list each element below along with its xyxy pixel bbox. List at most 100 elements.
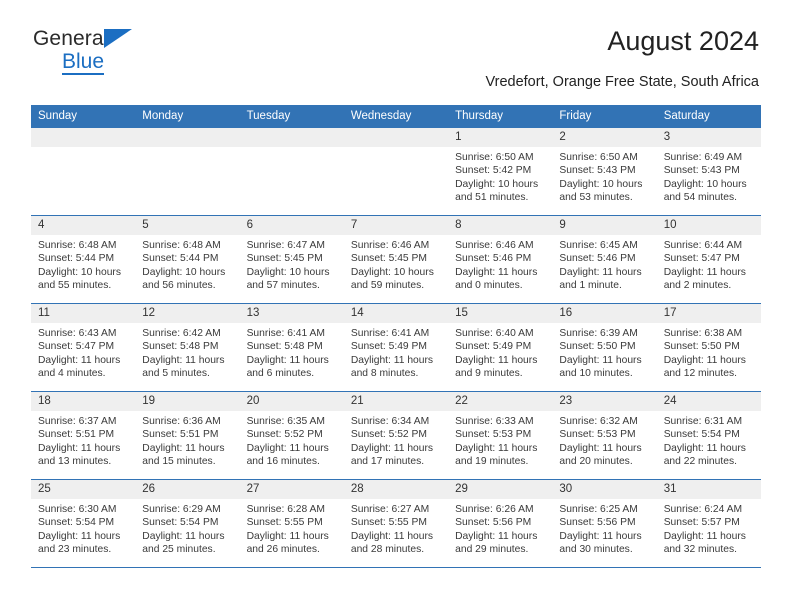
day-number: 13	[239, 304, 344, 323]
day-details: Sunrise: 6:26 AM Sunset: 5:56 PM Daylight:…	[448, 499, 552, 557]
weekday-header-monday: Monday	[135, 105, 240, 128]
calendar-day-cell[interactable]: 25 Sunrise: 6:30 AM Sunset: 5:54 PM Dayligh…	[31, 479, 136, 568]
day-details: Sunrise: 6:30 AM Sunset: 5:54 PM Daylight:…	[31, 499, 135, 557]
calendar-day-cell[interactable]: 7 Sunrise: 6:46 AM Sunset: 5:45 PM Daylight…	[343, 215, 449, 304]
sunset-time: Sunset: 5:43 PM	[663, 165, 740, 177]
daylight-duration-line1: Daylight: 11 hours	[559, 354, 642, 366]
day-number: 16	[552, 304, 657, 323]
day-number: 15	[448, 304, 553, 323]
calendar-day-cell[interactable]: 17 Sunrise: 6:38 AM Sunset: 5:50 PM Dayligh…	[656, 303, 761, 392]
calendar-day-cell[interactable]: 5 Sunrise: 6:48 AM Sunset: 5:44 PM Daylight…	[135, 215, 240, 304]
sunrise-time: Sunrise: 6:43 AM	[38, 328, 117, 339]
calendar-day-cell[interactable]: 19 Sunrise: 6:36 AM Sunset: 5:51 PM Dayligh…	[135, 391, 240, 480]
day-number: 5	[135, 216, 240, 235]
calendar-day-cell[interactable]: 28 Sunrise: 6:27 AM Sunset: 5:55 PM Dayligh…	[343, 479, 449, 568]
calendar-day-cell[interactable]: 6 Sunrise: 6:47 AM Sunset: 5:45 PM Daylight…	[239, 215, 344, 304]
weekday-header-sunday: Sunday	[31, 105, 136, 128]
daylight-duration-line2: and 53 minutes.	[559, 192, 633, 204]
day-number	[343, 128, 449, 147]
calendar-day-cell[interactable]: 3 Sunrise: 6:49 AM Sunset: 5:43 PM Daylight…	[656, 127, 761, 216]
calendar-day-cell[interactable]: 21 Sunrise: 6:34 AM Sunset: 5:52 PM Dayligh…	[343, 391, 449, 480]
sunrise-time: Sunrise: 6:37 AM	[38, 416, 117, 427]
calendar-day-cell[interactable]: 26 Sunrise: 6:29 AM Sunset: 5:54 PM Dayligh…	[135, 479, 240, 568]
day-number: 18	[31, 392, 136, 411]
sunset-time: Sunset: 5:53 PM	[559, 429, 636, 441]
daylight-duration-line1: Daylight: 10 hours	[663, 178, 747, 190]
sunset-time: Sunset: 5:56 PM	[455, 517, 532, 529]
calendar-grid: Sunday Monday Tuesday Wednesday Thursday…	[31, 105, 761, 568]
day-details: Sunrise: 6:43 AM Sunset: 5:47 PM Daylight:…	[31, 323, 135, 381]
daylight-duration-line1: Daylight: 11 hours	[663, 442, 746, 454]
calendar-day-cell[interactable]: 30 Sunrise: 6:25 AM Sunset: 5:56 PM Dayligh…	[552, 479, 657, 568]
calendar-day-cell[interactable]: 31 Sunrise: 6:24 AM Sunset: 5:57 PM Dayligh…	[656, 479, 761, 568]
daylight-duration-line1: Daylight: 11 hours	[142, 354, 225, 366]
calendar-day-cell[interactable]: 23 Sunrise: 6:32 AM Sunset: 5:53 PM Dayligh…	[552, 391, 657, 480]
sunrise-time: Sunrise: 6:47 AM	[246, 240, 325, 251]
day-details: Sunrise: 6:40 AM Sunset: 5:49 PM Daylight:…	[448, 323, 552, 381]
daylight-duration-line1: Daylight: 10 hours	[246, 266, 330, 278]
calendar-day-cell[interactable]: 15 Sunrise: 6:40 AM Sunset: 5:49 PM Dayligh…	[448, 303, 553, 392]
daylight-duration-line2: and 19 minutes.	[455, 456, 529, 468]
calendar-day-cell[interactable]: 20 Sunrise: 6:35 AM Sunset: 5:52 PM Dayligh…	[239, 391, 344, 480]
sunrise-time: Sunrise: 6:36 AM	[142, 416, 221, 427]
daylight-duration-line1: Daylight: 11 hours	[350, 530, 434, 542]
day-number: 10	[656, 216, 761, 235]
sunrise-time: Sunrise: 6:26 AM	[455, 504, 534, 515]
day-details: Sunrise: 6:36 AM Sunset: 5:51 PM Daylight:…	[135, 411, 239, 469]
day-details: Sunrise: 6:27 AM Sunset: 5:55 PM Daylight:…	[344, 499, 448, 557]
calendar-day-cell[interactable]: 2 Sunrise: 6:50 AM Sunset: 5:43 PM Daylight…	[552, 127, 657, 216]
daylight-duration-line2: and 1 minute.	[559, 280, 622, 292]
day-number: 25	[31, 480, 136, 499]
sunset-time: Sunset: 5:52 PM	[246, 429, 323, 441]
daylight-duration-line1: Daylight: 11 hours	[142, 530, 225, 542]
day-number: 6	[239, 216, 344, 235]
daylight-duration-line2: and 51 minutes.	[455, 192, 529, 204]
day-details: Sunrise: 6:46 AM Sunset: 5:46 PM Daylight:…	[448, 235, 552, 293]
day-details: Sunrise: 6:41 AM Sunset: 5:49 PM Daylight:…	[344, 323, 448, 381]
daylight-duration-line1: Daylight: 11 hours	[246, 442, 329, 454]
day-number: 26	[135, 480, 240, 499]
daylight-duration-line1: Daylight: 11 hours	[455, 530, 538, 542]
calendar-day-cell[interactable]: 22 Sunrise: 6:33 AM Sunset: 5:53 PM Dayligh…	[448, 391, 553, 480]
day-details: Sunrise: 6:45 AM Sunset: 5:46 PM Daylight:…	[552, 235, 656, 293]
calendar-day-cell[interactable]: 29 Sunrise: 6:26 AM Sunset: 5:56 PM Dayligh…	[448, 479, 553, 568]
day-details: Sunrise: 6:39 AM Sunset: 5:50 PM Daylight:…	[552, 323, 656, 381]
daylight-duration-line2: and 9 minutes.	[455, 368, 523, 380]
sunrise-time: Sunrise: 6:32 AM	[559, 416, 638, 427]
calendar-day-cell[interactable]: 14 Sunrise: 6:41 AM Sunset: 5:49 PM Dayligh…	[343, 303, 449, 392]
sunrise-time: Sunrise: 6:44 AM	[663, 240, 743, 251]
daylight-duration-line2: and 23 minutes.	[38, 544, 112, 556]
sunset-time: Sunset: 5:47 PM	[38, 341, 115, 353]
sunset-time: Sunset: 5:43 PM	[559, 165, 636, 177]
daylight-duration-line2: and 32 minutes.	[663, 544, 737, 556]
daylight-duration-line2: and 25 minutes.	[142, 544, 216, 556]
daylight-duration-line1: Daylight: 11 hours	[38, 442, 121, 454]
calendar-day-cell[interactable]: 8 Sunrise: 6:46 AM Sunset: 5:46 PM Daylight…	[448, 215, 553, 304]
calendar-day-cell[interactable]: 27 Sunrise: 6:28 AM Sunset: 5:55 PM Dayligh…	[239, 479, 344, 568]
calendar-day-cell[interactable]: 10 Sunrise: 6:44 AM Sunset: 5:47 PM Dayligh…	[656, 215, 761, 304]
calendar-day-cell[interactable]: 13 Sunrise: 6:41 AM Sunset: 5:48 PM Dayligh…	[239, 303, 344, 392]
sunset-time: Sunset: 5:54 PM	[663, 429, 740, 441]
calendar-day-cell[interactable]: 16 Sunrise: 6:39 AM Sunset: 5:50 PM Dayligh…	[552, 303, 657, 392]
day-details: Sunrise: 6:48 AM Sunset: 5:44 PM Daylight:…	[31, 235, 135, 293]
sunrise-time: Sunrise: 6:25 AM	[559, 504, 638, 515]
sunset-time: Sunset: 5:56 PM	[559, 517, 636, 529]
day-details: Sunrise: 6:35 AM Sunset: 5:52 PM Daylight:…	[240, 411, 344, 469]
daylight-duration-line1: Daylight: 11 hours	[663, 530, 746, 542]
calendar-cell-empty	[239, 127, 344, 216]
calendar-day-cell[interactable]: 9 Sunrise: 6:45 AM Sunset: 5:46 PM Daylight…	[552, 215, 657, 304]
weekday-header-saturday: Saturday	[656, 105, 761, 128]
calendar-day-cell[interactable]: 18 Sunrise: 6:37 AM Sunset: 5:51 PM Dayligh…	[31, 391, 136, 480]
calendar-day-cell[interactable]: 11 Sunrise: 6:43 AM Sunset: 5:47 PM Dayligh…	[31, 303, 136, 392]
calendar-day-cell[interactable]: 24 Sunrise: 6:31 AM Sunset: 5:54 PM Dayligh…	[656, 391, 761, 480]
calendar-day-cell[interactable]: 4 Sunrise: 6:48 AM Sunset: 5:44 PM Daylight…	[31, 215, 136, 304]
sunrise-time: Sunrise: 6:48 AM	[142, 240, 221, 251]
sunrise-time: Sunrise: 6:29 AM	[142, 504, 221, 515]
generalblue-logo[interactable]: General Blue	[33, 28, 132, 76]
calendar-day-cell[interactable]: 12 Sunrise: 6:42 AM Sunset: 5:48 PM Dayligh…	[135, 303, 240, 392]
day-details: Sunrise: 6:32 AM Sunset: 5:53 PM Daylight:…	[552, 411, 656, 469]
day-details: Sunrise: 6:48 AM Sunset: 5:44 PM Daylight:…	[135, 235, 239, 293]
calendar-day-cell[interactable]: 1 Sunrise: 6:50 AM Sunset: 5:42 PM Daylight…	[448, 127, 553, 216]
sunrise-time: Sunrise: 6:46 AM	[350, 240, 430, 251]
daylight-duration-line2: and 55 minutes.	[38, 280, 112, 292]
